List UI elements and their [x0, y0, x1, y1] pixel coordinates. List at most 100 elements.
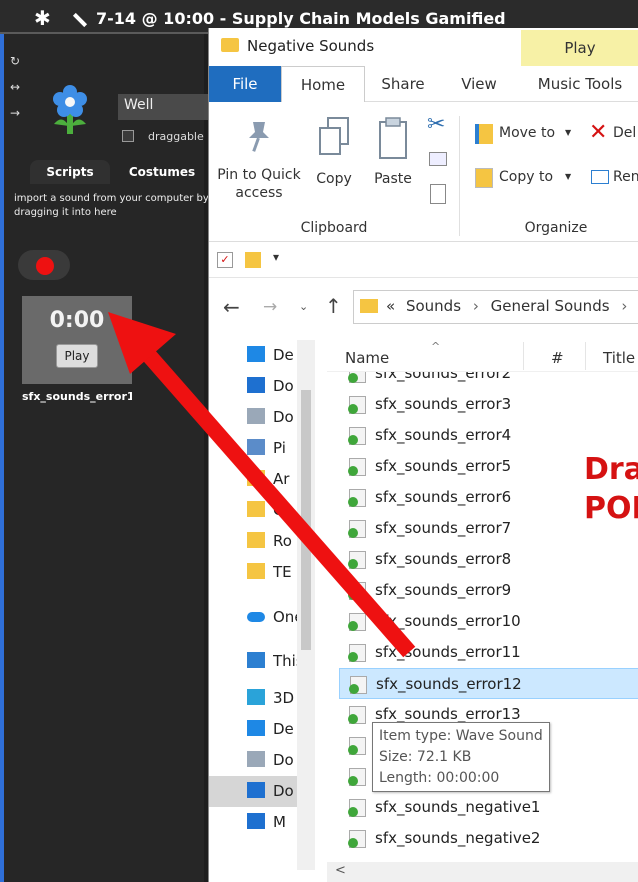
- draggable-checkbox[interactable]: [122, 130, 134, 142]
- nav-item[interactable]: TE: [209, 557, 297, 588]
- tab-music-tools[interactable]: Music Tools: [521, 66, 638, 102]
- cut-icon[interactable]: ✂: [427, 112, 445, 137]
- column-header: Name ^ # Title: [327, 340, 638, 372]
- pin-icon: [249, 122, 269, 152]
- properties-check-icon[interactable]: ✓: [217, 252, 233, 268]
- tab-share[interactable]: Share: [369, 66, 437, 102]
- file-row[interactable]: sfx_sounds_negative1: [339, 792, 638, 823]
- file-row[interactable]: sfx_sounds_error3: [339, 389, 638, 420]
- column-name[interactable]: Name: [345, 349, 389, 367]
- nav-item[interactable]: Do: [209, 776, 297, 807]
- import-sound-hint: import a sound from your computer by dra…: [14, 193, 209, 218]
- nav-item[interactable]: This: [209, 646, 297, 677]
- nav-item[interactable]: 3D: [209, 683, 297, 714]
- nav-item[interactable]: Do: [209, 402, 297, 433]
- rename-button[interactable]: Ren: [587, 164, 638, 194]
- tab-view[interactable]: View: [445, 66, 513, 102]
- scroll-left-icon[interactable]: <: [335, 863, 346, 878]
- wave-sound-file-icon: [348, 706, 366, 724]
- tooltip-item-type: Item type: Wave Sound: [379, 728, 543, 744]
- nav-item[interactable]: De: [209, 714, 297, 745]
- address-bar[interactable]: « Sounds › General Sounds ›: [353, 290, 638, 324]
- back-arrow-icon[interactable]: ←: [223, 295, 240, 319]
- file-row[interactable]: sfx_sounds_negative2: [339, 823, 638, 854]
- desktop-icon: [247, 720, 265, 736]
- new-folder-icon[interactable]: [245, 252, 261, 268]
- record-sound-button[interactable]: [18, 250, 70, 280]
- file-row[interactable]: sfx_sounds_error10: [339, 606, 638, 637]
- nav-scrollbar-thumb[interactable]: [301, 390, 311, 650]
- up-arrow-icon[interactable]: ↑: [325, 294, 342, 318]
- wave-sound-file-icon: [348, 396, 366, 414]
- move-to-button[interactable]: Move to ▼: [471, 120, 575, 150]
- nav-item[interactable]: C: [209, 495, 297, 526]
- copy-to-label: Copy to: [499, 169, 554, 185]
- navigation-pane: De Do Do Pi Ar C Ro TE One This 3D De Do Do M: [209, 340, 317, 882]
- wave-sound-file-icon: [348, 799, 366, 817]
- sound-card[interactable]: 0:00 Play: [22, 296, 132, 384]
- file-row[interactable]: sfx_sounds_error12: [339, 668, 638, 699]
- wave-sound-file-icon: [348, 644, 366, 662]
- file-name: sfx_sounds_error12: [376, 675, 522, 693]
- copy-button[interactable]: Copy: [309, 108, 359, 216]
- nav-item[interactable]: Ro: [209, 526, 297, 557]
- breadcrumb-item-general-sounds[interactable]: General Sounds: [491, 297, 610, 315]
- copy-to-icon: [475, 168, 493, 188]
- nav-item[interactable]: Do: [209, 371, 297, 402]
- paste-button[interactable]: Paste: [365, 108, 421, 216]
- nav-item-label: Do: [273, 782, 294, 800]
- sort-ascending-icon: ^: [431, 340, 441, 353]
- customize-qat-icon[interactable]: ▾: [273, 250, 279, 264]
- wave-sound-file-icon: [348, 613, 366, 631]
- nav-item-label: Ro: [273, 532, 292, 550]
- column-divider[interactable]: [523, 342, 524, 370]
- sound-name-label: sfx_sounds_error12: [22, 390, 132, 403]
- file-row[interactable]: sfx_sounds_error4: [339, 420, 638, 451]
- delete-button[interactable]: ✕ Del: [587, 120, 638, 150]
- file-row[interactable]: sfx_sounds_error2: [339, 372, 638, 389]
- sound-play-button[interactable]: Play: [56, 344, 98, 368]
- nav-item[interactable]: One: [209, 602, 297, 633]
- copy-to-button[interactable]: Copy to ▼: [471, 164, 575, 194]
- rotate-none-icon[interactable]: →: [10, 106, 20, 120]
- horizontal-scrollbar[interactable]: <: [327, 862, 638, 882]
- wave-sound-file-icon: [348, 737, 366, 755]
- window-title: Negative Sounds: [247, 37, 375, 55]
- column-title[interactable]: Title: [603, 349, 635, 367]
- tab-play-context[interactable]: Play: [521, 30, 638, 66]
- nav-item[interactable]: Do: [209, 745, 297, 776]
- tab-home[interactable]: Home: [281, 66, 365, 102]
- file-row[interactable]: sfx_sounds_error11: [339, 637, 638, 668]
- file-row[interactable]: sfx_sounds_error9: [339, 575, 638, 606]
- nav-item-label: Do: [273, 408, 294, 426]
- wave-sound-file-icon: [348, 768, 366, 786]
- forward-arrow-icon[interactable]: →: [263, 297, 277, 317]
- tab-scripts[interactable]: Scripts: [30, 160, 110, 184]
- nav-item[interactable]: Ar: [209, 464, 297, 495]
- chevron-down-icon: ▼: [565, 172, 572, 181]
- sprite-thumbnail-flower-icon: [53, 85, 87, 134]
- column-divider[interactable]: [585, 342, 586, 370]
- file-row[interactable]: sfx_sounds_error8: [339, 544, 638, 575]
- nav-item[interactable]: De: [209, 340, 297, 371]
- rotate-left-right-icon[interactable]: ↔: [10, 80, 20, 94]
- recent-locations-chevron-icon[interactable]: ⌄: [299, 300, 308, 313]
- gear-icon[interactable]: ✱: [34, 6, 51, 30]
- sprite-name-field[interactable]: Well: [118, 94, 218, 120]
- nav-item-label: One: [273, 608, 297, 626]
- tab-file[interactable]: File: [209, 66, 281, 102]
- rotate-any-icon[interactable]: ↻: [10, 54, 20, 68]
- pin-to-quick-access-button[interactable]: Pin to Quick access: [213, 108, 305, 216]
- breadcrumb-overflow[interactable]: «: [386, 297, 395, 315]
- column-number[interactable]: #: [551, 349, 564, 367]
- paste-shortcut-icon[interactable]: [430, 184, 446, 204]
- pin-to-quick-access-label: Pin to Quick access: [217, 167, 301, 202]
- nav-scrollbar[interactable]: [297, 340, 315, 870]
- explorer-title-bar: Negative Sounds Play: [209, 28, 638, 66]
- nav-item[interactable]: M: [209, 807, 297, 838]
- tab-costumes[interactable]: Costumes: [116, 160, 208, 184]
- nav-item[interactable]: Pi: [209, 433, 297, 464]
- pencil-icon: [72, 12, 88, 27]
- copy-path-icon[interactable]: [429, 152, 447, 166]
- breadcrumb-item-sounds[interactable]: Sounds: [406, 297, 461, 315]
